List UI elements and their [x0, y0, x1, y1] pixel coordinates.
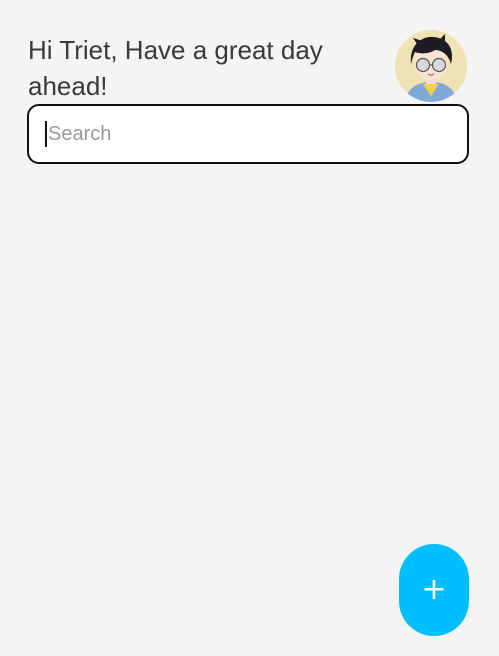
avatar-illustration: [395, 30, 467, 102]
plus-icon: +: [421, 572, 447, 607]
add-button[interactable]: +: [399, 544, 469, 636]
text-cursor: [45, 121, 47, 147]
greeting-text: Hi Triet, Have a great day ahead!: [28, 35, 323, 101]
search-input[interactable]: [48, 114, 428, 154]
avatar[interactable]: [395, 30, 467, 102]
search-box[interactable]: [27, 104, 469, 164]
